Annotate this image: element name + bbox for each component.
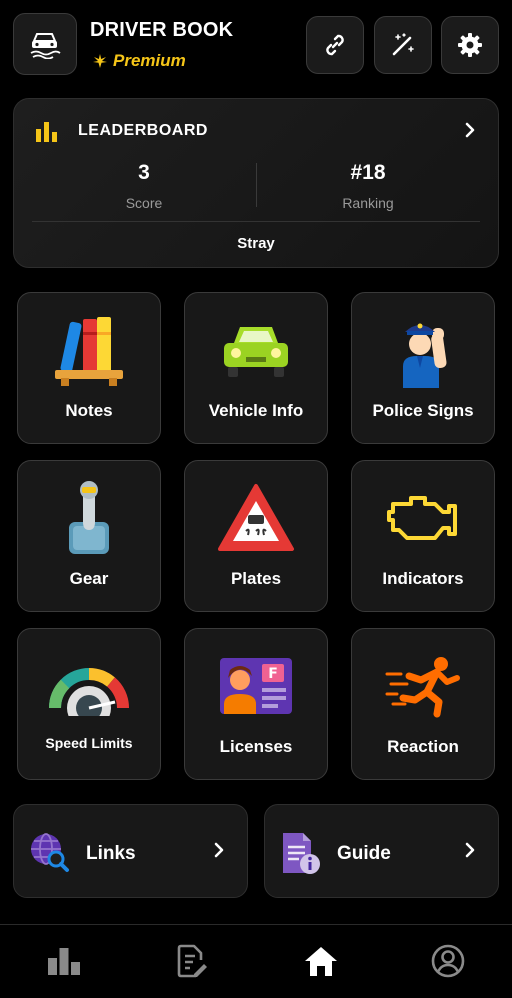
link-button[interactable] [306, 16, 364, 74]
leaderboard-divider [32, 221, 480, 222]
leaf-icon [93, 54, 107, 68]
ranking-label: Ranking [342, 195, 394, 211]
chevron-right-icon [465, 842, 475, 858]
guide-label: Guide [337, 843, 391, 864]
speedometer-icon [49, 667, 129, 716]
nav-stats[interactable] [45, 942, 83, 980]
magic-wand-icon [392, 33, 414, 56]
tile-indicators[interactable]: Indicators [351, 460, 495, 612]
chevron-right-icon [214, 842, 224, 858]
guide-card[interactable]: Guide [264, 804, 499, 898]
app-header: DRIVER BOOK Premium [0, 0, 512, 92]
link-icon [326, 34, 344, 56]
police-officer-icon [403, 323, 447, 388]
app-logo[interactable] [13, 13, 77, 75]
books-icon [55, 317, 123, 386]
leaderboard-card[interactable]: LEADERBOARD 3 Score #18 Ranking Stray [13, 98, 499, 268]
leaderboard-title: LEADERBOARD [78, 122, 208, 139]
app-title: DRIVER BOOK [90, 19, 234, 41]
tile-gear[interactable]: Gear [17, 460, 161, 612]
car-icon [224, 327, 288, 377]
score-label: Score [125, 195, 163, 211]
premium-label: Premium [113, 51, 186, 70]
tile-plates[interactable]: Plates [184, 460, 328, 612]
profile-icon [431, 944, 465, 978]
tile-label: Plates [230, 569, 282, 588]
nav-notes[interactable] [173, 942, 211, 980]
tile-reaction[interactable]: Reaction [351, 628, 495, 780]
edit-document-icon [177, 944, 207, 978]
stats-icon [48, 948, 80, 975]
tile-licenses[interactable]: F Licenses [184, 628, 328, 780]
settings-button[interactable] [441, 16, 499, 74]
gear-icon [458, 33, 482, 57]
gear-stick-icon [69, 481, 109, 554]
tile-notes[interactable]: Notes [17, 292, 161, 444]
tile-label: Vehicle Info [208, 401, 304, 420]
running-man-icon [385, 657, 460, 718]
car-skid-icon [30, 33, 61, 59]
tile-label: Police Signs [372, 401, 474, 420]
check-engine-icon [387, 496, 457, 540]
tile-police-signs[interactable]: Police Signs [351, 292, 495, 444]
theme-button[interactable] [374, 16, 432, 74]
score-stat: 3 Score [44, 161, 244, 211]
tile-label: Speed Limits [45, 735, 133, 751]
leaderboard-icon [36, 122, 57, 142]
premium-badge: Premium [92, 51, 186, 71]
score-value: 3 [138, 161, 150, 184]
globe-search-icon [31, 833, 69, 872]
slippery-road-sign-icon [218, 484, 294, 551]
stat-divider [256, 163, 257, 207]
home-icon [305, 947, 337, 976]
driver-license-icon: F [220, 658, 292, 714]
leaderboard-username: Stray [237, 235, 275, 252]
tile-vehicle-info[interactable]: Vehicle Info [184, 292, 328, 444]
links-card[interactable]: Links [13, 804, 248, 898]
nav-profile[interactable] [429, 942, 467, 980]
nav-home[interactable] [302, 942, 340, 980]
bottom-navigation [0, 924, 512, 998]
tile-label: Licenses [219, 737, 293, 756]
tile-label: Reaction [387, 737, 459, 756]
tile-label: Notes [65, 401, 113, 420]
ranking-stat: #18 Ranking [268, 161, 468, 211]
links-label: Links [86, 843, 136, 864]
tile-label: Gear [69, 569, 109, 588]
chevron-right-icon [465, 122, 475, 138]
tile-label: Indicators [382, 569, 464, 588]
tile-speed-limits[interactable]: Speed Limits [17, 628, 161, 780]
document-info-icon [283, 833, 320, 874]
ranking-value: #18 [350, 161, 386, 184]
svg-text:F: F [268, 666, 278, 682]
